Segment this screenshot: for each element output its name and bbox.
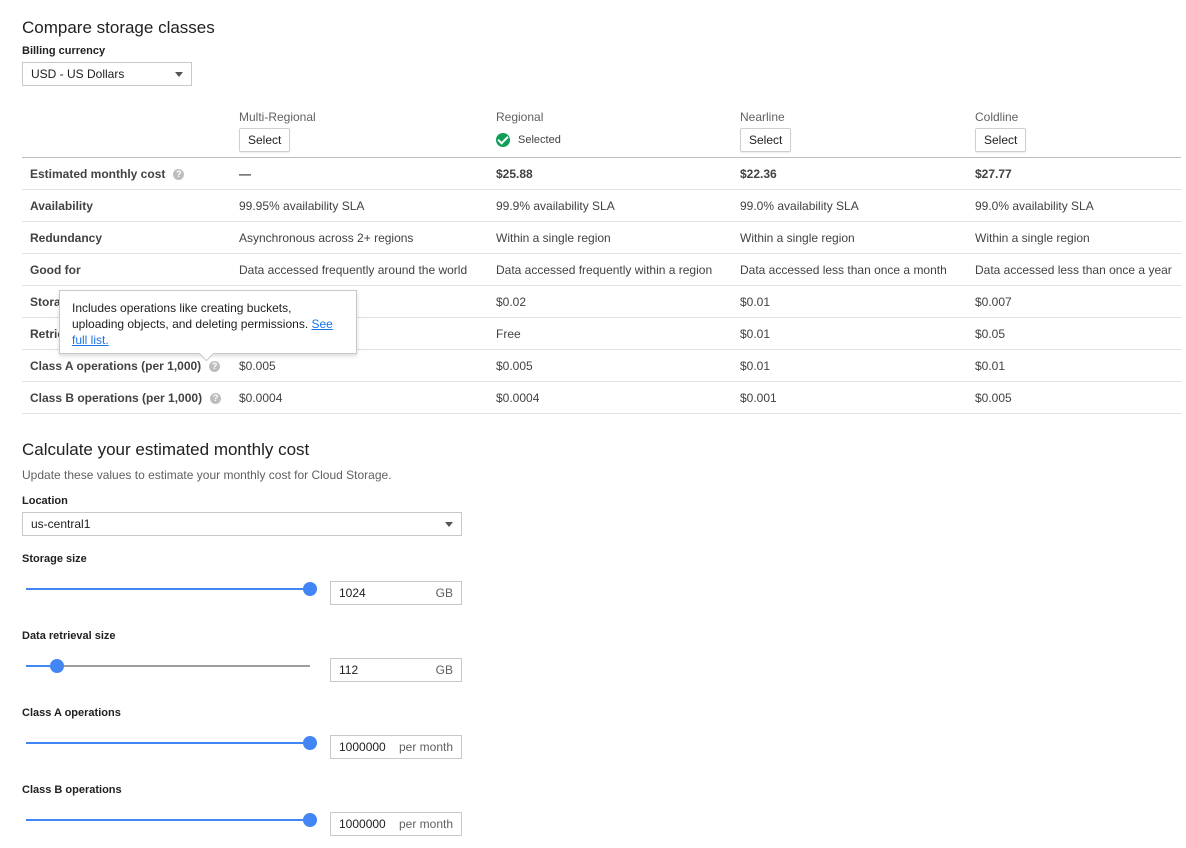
check-circle-icon (496, 133, 510, 147)
table-cell: $0.0004 (239, 391, 283, 405)
billing-currency-value: USD - US Dollars (31, 67, 125, 81)
table-row-good-for: Good for Data accessed frequently around… (0, 254, 1186, 286)
calculator-subtitle: Update these values to estimate your mon… (22, 468, 392, 482)
table-cell: $0.005 (975, 391, 1012, 405)
table-cell: $0.01 (975, 359, 1006, 373)
row-divider (22, 413, 1181, 414)
table-cell: $0.005 (496, 359, 533, 373)
chevron-down-icon (445, 522, 453, 527)
row-label: Estimated monthly cost? (30, 158, 185, 190)
storage-size-value: 1024 (339, 586, 366, 600)
table-cell: $0.01 (740, 295, 771, 309)
slider-fill (26, 588, 310, 590)
table-cell: Within a single region (975, 231, 1090, 245)
table-cell: Data accessed less than once a year (975, 263, 1172, 277)
class-a-operations-value: 1000000 (339, 740, 386, 754)
tooltip-text: Includes operations like creating bucket… (72, 301, 309, 331)
selected-label: Selected (518, 134, 561, 146)
table-row-estimated-cost: Estimated monthly cost? — $25.88 $22.36 … (0, 158, 1186, 190)
table-cell: $25.88 (496, 167, 533, 181)
calculator-title: Calculate your estimated monthly cost (22, 440, 310, 459)
row-label: Class B operations (per 1,000)? (30, 382, 222, 414)
class-b-operations-unit: per month (398, 817, 453, 831)
table-cell: 99.0% availability SLA (740, 199, 859, 213)
select-coldline-button[interactable]: Select (975, 128, 1027, 152)
location-value: us-central1 (31, 517, 91, 531)
help-icon[interactable]: ? (173, 169, 185, 181)
select-multi-regional-button[interactable]: Select (239, 128, 291, 152)
slider-fill (26, 742, 310, 744)
table-cell: $0.02 (496, 295, 527, 309)
table-cell: $22.36 (740, 167, 777, 181)
class-a-operations-label: Class A operations (22, 707, 121, 719)
row-label: Availability (30, 199, 93, 213)
help-icon[interactable]: ? (210, 393, 222, 405)
row-label: Good for (30, 263, 81, 277)
slider-thumb[interactable] (50, 659, 64, 673)
class-b-operations-input[interactable]: 1000000 per month (330, 812, 462, 836)
billing-currency-label: Billing currency (22, 45, 106, 57)
table-cell: Asynchronous across 2+ regions (239, 231, 414, 245)
table-cell: $0.01 (740, 359, 771, 373)
table-cell: Within a single region (740, 231, 855, 245)
table-cell: Data accessed frequently within a region (496, 263, 713, 277)
class-a-operations-slider[interactable] (26, 736, 317, 750)
storage-size-input[interactable]: 1024 GB (330, 581, 462, 605)
table-cell: $0.01 (740, 327, 771, 341)
class-b-operations-label: Class B operations (22, 784, 122, 796)
column-header-regional: Regional (496, 110, 544, 124)
slider-thumb[interactable] (303, 736, 317, 750)
row-label: Class A operations (per 1,000)? (30, 350, 221, 382)
data-retrieval-size-value: 112 (339, 663, 359, 677)
storage-size-unit: GB (435, 586, 453, 600)
table-cell: — (239, 167, 251, 181)
table-cell: $0.005 (239, 359, 276, 373)
compare-title: Compare storage classes (22, 18, 215, 37)
data-retrieval-size-label: Data retrieval size (22, 630, 116, 642)
billing-currency-select[interactable]: USD - US Dollars (22, 62, 192, 86)
chevron-down-icon (175, 72, 183, 77)
table-cell: Free (496, 327, 521, 341)
table-cell: 99.95% availability SLA (239, 199, 365, 213)
class-a-operations-unit: per month (398, 740, 453, 754)
slider-thumb[interactable] (303, 813, 317, 827)
table-cell: $0.0004 (496, 391, 540, 405)
column-header-multi-regional: Multi-Regional (239, 110, 316, 124)
class-a-operations-input[interactable]: 1000000 per month (330, 735, 462, 759)
column-header-nearline: Nearline (740, 110, 785, 124)
location-select[interactable]: us-central1 (22, 512, 462, 536)
table-cell: Data accessed frequently around the worl… (239, 263, 468, 277)
storage-size-label: Storage size (22, 553, 87, 565)
table-cell: $0.001 (740, 391, 777, 405)
column-header-coldline: Coldline (975, 110, 1019, 124)
table-cell: Within a single region (496, 231, 611, 245)
table-cell: $0.007 (975, 295, 1012, 309)
location-label: Location (22, 495, 68, 507)
data-retrieval-size-slider[interactable] (26, 659, 310, 673)
table-row-availability: Availability 99.95% availability SLA 99.… (0, 190, 1186, 222)
table-cell: $0.05 (975, 327, 1006, 341)
slider-fill (26, 819, 310, 821)
help-icon[interactable]: ? (209, 361, 221, 373)
data-retrieval-size-input[interactable]: 112 GB (330, 658, 462, 682)
table-cell: Data accessed less than once a month (740, 263, 947, 277)
storage-size-slider[interactable] (26, 582, 317, 596)
table-row-class-a: Class A operations (per 1,000)? $0.005 $… (0, 350, 1186, 382)
slider-thumb[interactable] (303, 582, 317, 596)
row-label: Redundancy (30, 231, 103, 245)
table-cell: 99.0% availability SLA (975, 199, 1094, 213)
class-b-operations-slider[interactable] (26, 813, 317, 827)
select-nearline-button[interactable]: Select (740, 128, 792, 152)
class-b-operations-value: 1000000 (339, 817, 386, 831)
table-row-class-b: Class B operations (per 1,000)? $0.0004 … (0, 382, 1186, 414)
table-cell: 99.9% availability SLA (496, 199, 615, 213)
row-label: Stora (30, 295, 61, 309)
regional-selected-indicator: Selected (496, 133, 561, 147)
table-row-redundancy: Redundancy Asynchronous across 2+ region… (0, 222, 1186, 254)
data-retrieval-size-unit: GB (435, 663, 453, 677)
operations-tooltip: Includes operations like creating bucket… (59, 290, 357, 354)
table-cell: $27.77 (975, 167, 1012, 181)
